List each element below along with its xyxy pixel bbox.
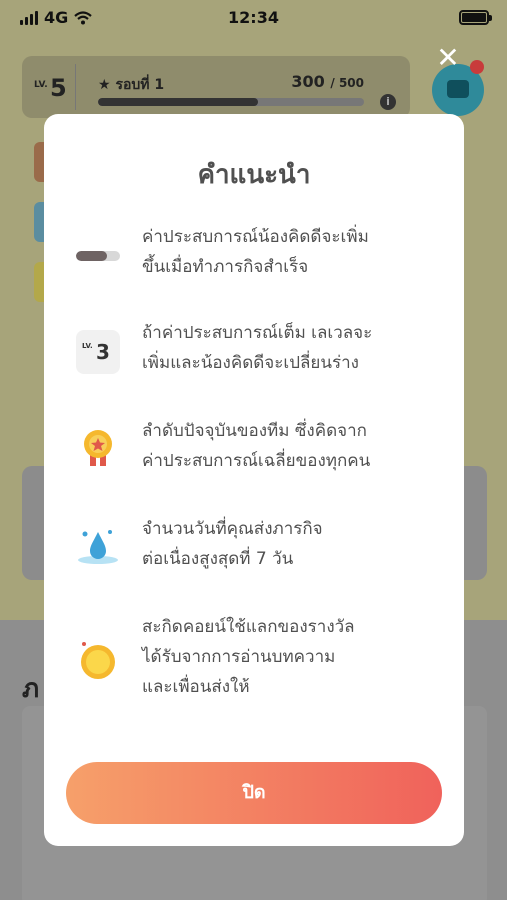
notification-badge (470, 60, 484, 74)
round-row: ★ รอบที่ 1 (98, 74, 164, 96)
modal-title: คำแนะนำ (197, 160, 311, 190)
level-label: LV. (34, 80, 48, 90)
help-item-text: ลำดับปัจจุบันของทีม ซึ่งคิดจาก ค่าประสบก… (142, 421, 371, 471)
help-modal: คำแนะนำ ค่าประสบการณ์น้องคิดดีจะเพิ่ม ขึ… (44, 114, 464, 846)
help-item-text: จำนวนวันที่คุณส่งภารกิจ ต่อเนื่องสูงสุดท… (142, 519, 323, 569)
info-icon[interactable]: i (380, 94, 396, 110)
exp-text: 300 / 500 (291, 72, 364, 91)
help-item-text: สะกิดคอยน์ใช้แลกของรางวัล ได้รับจากการอ่… (142, 617, 355, 697)
exp-current: 300 (291, 72, 325, 91)
exp-progress-fill (98, 98, 258, 106)
medal-icon (84, 430, 112, 466)
level-value: 5 (50, 74, 67, 102)
chat-icon (447, 80, 469, 98)
round-label: รอบที่ 1 (115, 77, 165, 93)
status-time: 12:34 (228, 8, 279, 27)
bg-section-heading: ภ (22, 674, 40, 704)
star-icon: ★ (98, 77, 111, 93)
level-badge-icon: LV. 3 (76, 330, 120, 374)
exp-bar-icon (76, 234, 120, 278)
level-badge: LV. 5 (30, 64, 76, 110)
status-bar: 4G 12:34 (0, 0, 507, 36)
close-button[interactable]: ปิด (66, 762, 442, 824)
close-icon[interactable]: ✕ (434, 44, 462, 72)
exp-max: 500 (338, 76, 364, 90)
battery-icon (459, 10, 492, 25)
water-drop-icon (78, 530, 118, 564)
help-item-text: ค่าประสบการณ์น้องคิดดีจะเพิ่ม ขึ้นเมื่อท… (142, 227, 369, 277)
help-item-text: ถ้าค่าประสบการณ์เต็ม เลเวลจะ เพิ่มและน้อ… (142, 323, 373, 373)
level-card: LV. 5 ★ รอบที่ 1 300 / 500 i (22, 56, 410, 118)
exp-progress-bar (98, 98, 364, 106)
coin-icon (81, 642, 115, 679)
